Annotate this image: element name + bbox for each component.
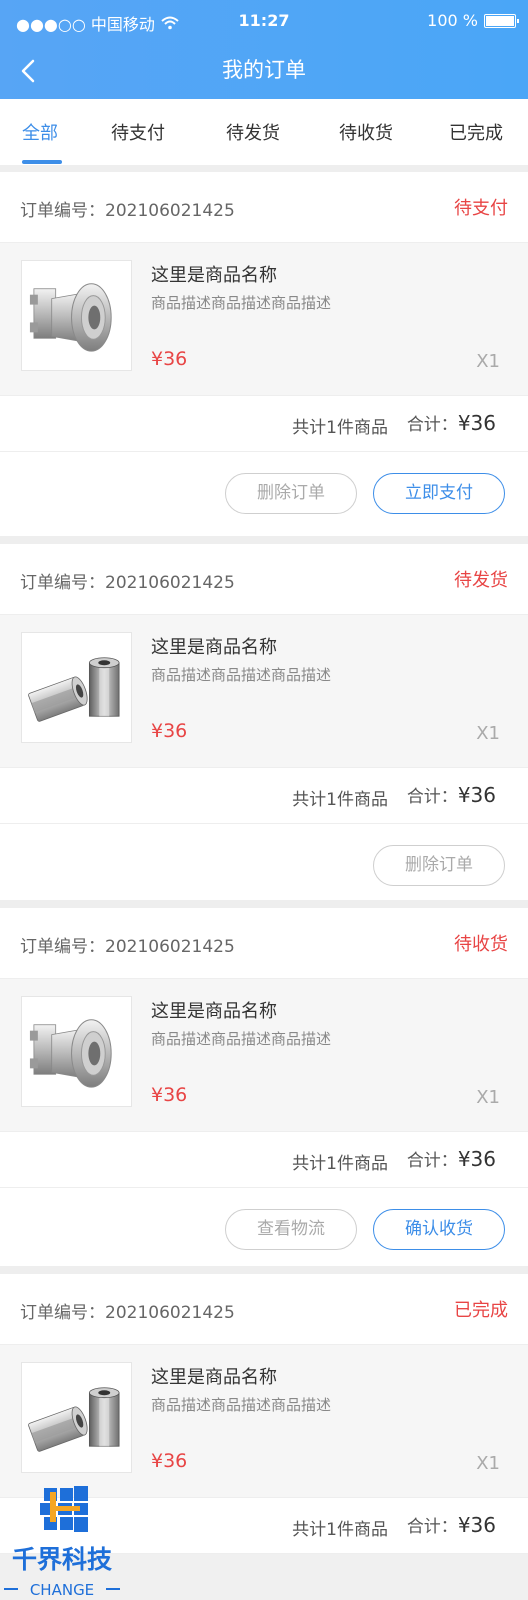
product-row[interactable]: 这里是商品名称 商品描述商品描述商品描述 ¥36 X1	[0, 978, 528, 1132]
product-price: ¥36	[151, 1084, 188, 1106]
product-image	[21, 260, 132, 371]
item-count: 共计1件商品	[292, 418, 388, 438]
total-amount: ¥36	[457, 1147, 496, 1171]
divider	[0, 536, 528, 544]
product-description: 商品描述商品描述商品描述	[151, 1396, 332, 1414]
product-description: 商品描述商品描述商品描述	[151, 666, 332, 684]
product-price: ¥36	[151, 1450, 188, 1472]
order-status: 已完成	[454, 1300, 508, 1321]
product-quantity: X1	[476, 723, 500, 744]
order-total: 合计：¥36	[407, 1146, 496, 1171]
order-actions: 删除订单 立即支付	[0, 452, 528, 536]
order-number: 订单编号：202106021425	[20, 1303, 235, 1323]
order-header: 订单编号：202106021425 待发货	[0, 544, 528, 614]
battery-label: 100 %	[427, 11, 478, 30]
product-image	[21, 632, 132, 743]
product-price: ¥36	[151, 720, 188, 742]
order-total: 合计：¥36	[407, 1512, 496, 1537]
tab-pending-receipt[interactable]: 待收货	[339, 119, 393, 145]
total-label: 合计：	[406, 787, 458, 807]
order-total: 合计：¥36	[407, 410, 496, 435]
product-name: 这里是商品名称	[151, 1367, 277, 1388]
product-row[interactable]: 这里是商品名称 商品描述商品描述商品描述 ¥36 X1	[0, 242, 528, 396]
battery-icon	[484, 13, 519, 28]
product-quantity: X1	[476, 351, 500, 372]
order-status: 待发货	[454, 570, 508, 591]
order-actions: 删除订单	[0, 824, 528, 908]
logo-mark-icon	[40, 1486, 88, 1532]
total-label: 合计：	[406, 1151, 458, 1171]
divider	[0, 165, 528, 172]
order-summary: 共计1件商品 合计：¥36	[0, 1132, 528, 1188]
order-summary: 共计1件商品 合计：¥36	[0, 396, 528, 452]
total-amount: ¥36	[457, 411, 496, 435]
product-quantity: X1	[476, 1453, 500, 1474]
delete-order-button[interactable]: 删除订单	[373, 845, 505, 886]
order-header: 订单编号：202106021425 待支付	[0, 172, 528, 242]
active-tab-indicator	[22, 160, 62, 164]
tab-completed[interactable]: 已完成	[449, 119, 503, 145]
order-number: 订单编号：202106021425	[20, 937, 235, 957]
order-status: 待收货	[454, 934, 508, 955]
item-count: 共计1件商品	[292, 1154, 388, 1174]
total-amount: ¥36	[457, 1513, 496, 1537]
product-name: 这里是商品名称	[151, 265, 277, 286]
total-label: 合计：	[406, 415, 458, 435]
divider	[0, 900, 528, 908]
view-logistics-button[interactable]: 查看物流	[225, 1209, 357, 1250]
order-header: 订单编号：202106021425 已完成	[0, 1274, 528, 1344]
product-description: 商品描述商品描述商品描述	[151, 1030, 332, 1048]
status-bar: ●●●○○ 中国移动 11:27 100 %	[0, 0, 528, 42]
item-count: 共计1件商品	[292, 1520, 388, 1540]
total-label: 合计：	[406, 1517, 458, 1537]
brand-logo: 千界科技 CHANGE	[0, 1484, 128, 1600]
nav-bar: 我的订单	[0, 42, 528, 99]
order-header: 订单编号：202106021425 待收货	[0, 908, 528, 978]
product-row[interactable]: 这里是商品名称 商品描述商品描述商品描述 ¥36 X1	[0, 614, 528, 768]
item-count: 共计1件商品	[292, 790, 388, 810]
order-number: 订单编号：202106021425	[20, 573, 235, 593]
order-actions: 查看物流 确认收货	[0, 1188, 528, 1272]
battery-info: 100 %	[427, 11, 519, 30]
tab-pending-payment[interactable]: 待支付	[111, 119, 165, 145]
tab-all[interactable]: 全部	[22, 119, 58, 145]
logo-subtext: CHANGE	[30, 1581, 94, 1599]
order-number: 订单编号：202106021425	[20, 201, 235, 221]
order-summary: 共计1件商品 合计：¥36	[0, 768, 528, 824]
confirm-receipt-button[interactable]: 确认收货	[373, 1209, 505, 1250]
page-title: 我的订单	[222, 58, 306, 82]
order-total: 合计：¥36	[407, 782, 496, 807]
product-quantity: X1	[476, 1087, 500, 1108]
order-card: 订单编号：202106021425 待发货 这里是商品名称 商品描述商品描述商品…	[0, 544, 528, 908]
product-price: ¥36	[151, 348, 188, 370]
product-row[interactable]: 这里是商品名称 商品描述商品描述商品描述 ¥36 X1	[0, 1344, 528, 1498]
delete-order-button[interactable]: 删除订单	[225, 473, 357, 514]
total-amount: ¥36	[457, 783, 496, 807]
divider	[0, 1266, 528, 1274]
product-description: 商品描述商品描述商品描述	[151, 294, 332, 312]
product-name: 这里是商品名称	[151, 637, 277, 658]
product-image	[21, 996, 132, 1107]
pay-now-button[interactable]: 立即支付	[373, 473, 505, 514]
tab-pending-shipment[interactable]: 待发货	[226, 119, 280, 145]
logo-text: 千界科技	[12, 1545, 112, 1574]
order-tabs: 全部 待支付 待发货 待收货 已完成	[0, 99, 528, 165]
order-status: 待支付	[454, 198, 508, 219]
product-name: 这里是商品名称	[151, 1001, 277, 1022]
product-image	[21, 1362, 132, 1473]
order-card: 订单编号：202106021425 待支付 这里是商品名称 商品描述商品描述商品…	[0, 172, 528, 536]
order-card: 订单编号：202106021425 待收货 这里是商品名称 商品描述商品描述商品…	[0, 908, 528, 1272]
